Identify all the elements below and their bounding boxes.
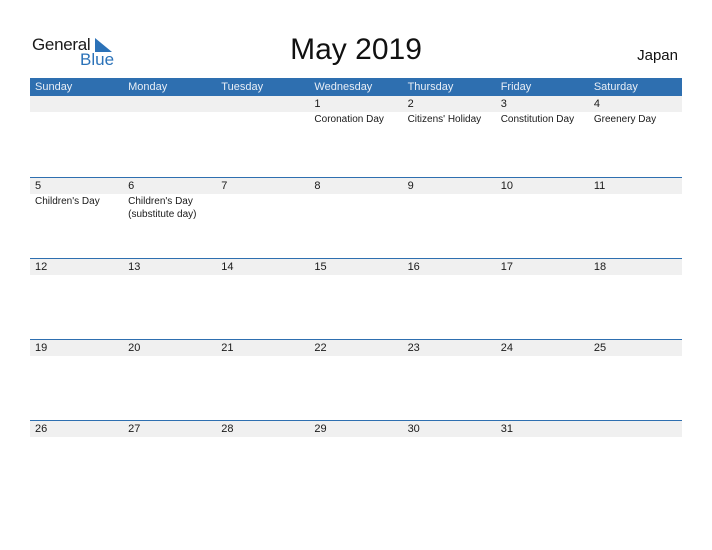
weekday-header: Sunday Monday Tuesday Wednesday Thursday…	[30, 78, 682, 96]
day-number: 2	[407, 98, 414, 110]
holiday-label: Coronation Day	[314, 114, 384, 125]
day-number: 27	[128, 423, 141, 435]
holiday-label	[216, 194, 309, 221]
holiday-label	[309, 194, 402, 221]
holiday-label: Children's Day (substitute day)	[128, 196, 197, 220]
day-number: 8	[314, 180, 321, 192]
week-row: 5 6 7 8 9 10 11 Children's Day Children's Day (s…	[30, 177, 682, 258]
weekday-saturday: Saturday	[593, 81, 638, 93]
holiday-label	[403, 275, 496, 276]
day-number: 12	[35, 261, 48, 273]
weekday-wednesday: Wednesday	[314, 81, 373, 93]
day-number: 17	[500, 261, 513, 273]
date-band: 1 2 3 4	[30, 96, 682, 112]
day-number: 3	[500, 98, 507, 110]
day-number: 29	[314, 423, 327, 435]
day-number: 11	[593, 180, 606, 192]
week-row: 12 13 14 15 16 17 18	[30, 258, 682, 339]
weekday-friday: Friday	[500, 81, 532, 93]
holiday-label	[309, 275, 402, 276]
holiday-label	[123, 275, 216, 276]
holiday-label	[216, 275, 309, 276]
day-number: 4	[593, 98, 600, 110]
day-number	[30, 96, 123, 112]
holiday-label	[123, 437, 216, 438]
week-row: 26 27 28 29 30 31	[30, 420, 682, 501]
holiday-label	[403, 356, 496, 357]
day-number: 28	[221, 423, 234, 435]
day-number: 14	[221, 261, 234, 273]
events-row: Coronation Day Citizens' Holiday Constitut…	[30, 112, 682, 126]
day-number: 18	[593, 261, 607, 273]
country-label: Japan	[637, 47, 678, 64]
events-row: Children's Day Children's Day (substitute…	[30, 194, 682, 221]
calendar-title: May 2019	[290, 33, 422, 66]
holiday-label	[496, 194, 589, 221]
day-number: 24	[500, 342, 513, 354]
holiday-label	[589, 275, 682, 276]
holiday-label	[216, 356, 309, 357]
day-number: 16	[407, 261, 420, 273]
day-number: 1	[314, 98, 321, 110]
date-band: 12 13 14 15 16 17 18	[30, 259, 682, 275]
holiday-label	[589, 437, 682, 438]
day-number: 13	[128, 261, 141, 273]
day-number: 26	[35, 423, 48, 435]
holiday-label	[309, 356, 402, 357]
holiday-label	[589, 356, 682, 357]
holiday-label	[216, 112, 309, 126]
date-band: 26 27 28 29 30 31	[30, 421, 682, 437]
week-row: 1 2 3 4 Coronation Day Citizens' Holiday Const…	[30, 96, 682, 177]
holiday-label: Children's Day	[35, 196, 100, 207]
holiday-label	[589, 194, 682, 221]
holiday-label	[30, 275, 123, 276]
weekday-sunday: Sunday	[35, 81, 73, 93]
holiday-label	[30, 356, 123, 357]
holiday-label	[30, 437, 123, 438]
events-row	[30, 356, 682, 357]
day-number: 9	[407, 180, 414, 192]
day-number: 30	[407, 423, 420, 435]
holiday-label	[403, 194, 496, 221]
holiday-label	[496, 356, 589, 357]
day-number: 7	[221, 180, 228, 192]
holiday-label	[403, 437, 496, 438]
holiday-label	[123, 112, 216, 126]
weekday-thursday: Thursday	[407, 81, 454, 93]
holiday-label: Constitution Day	[500, 114, 575, 125]
events-row	[30, 275, 682, 276]
day-number: 21	[221, 342, 234, 354]
calendar-grid: Sunday Monday Tuesday Wednesday Thursday…	[30, 78, 682, 501]
events-row	[30, 437, 682, 438]
holiday-label	[496, 275, 589, 276]
holiday-label	[309, 437, 402, 438]
day-number: 20	[128, 342, 141, 354]
day-number: 23	[407, 342, 420, 354]
holiday-label	[123, 356, 216, 357]
day-number	[123, 96, 216, 112]
holiday-label	[30, 112, 123, 126]
day-number: 15	[314, 261, 327, 273]
day-number: 6	[128, 180, 135, 192]
day-number: 10	[500, 180, 513, 192]
day-number: 19	[35, 342, 48, 354]
day-number: 22	[314, 342, 327, 354]
week-row: 19 20 21 22 23 24 25	[30, 339, 682, 420]
day-number: 31	[500, 423, 513, 435]
date-band: 19 20 21 22 23 24 25	[30, 340, 682, 356]
holiday-label	[496, 437, 589, 438]
holiday-label: Greenery Day	[593, 114, 657, 125]
day-number: 25	[593, 342, 607, 354]
holiday-label: Citizens' Holiday	[407, 114, 482, 125]
day-number	[589, 421, 682, 437]
date-band: 5 6 7 8 9 10 11	[30, 178, 682, 194]
weekday-monday: Monday	[128, 81, 168, 93]
day-number	[216, 96, 309, 112]
day-number: 5	[35, 180, 42, 192]
holiday-label	[216, 437, 309, 438]
weekday-tuesday: Tuesday	[221, 81, 264, 93]
